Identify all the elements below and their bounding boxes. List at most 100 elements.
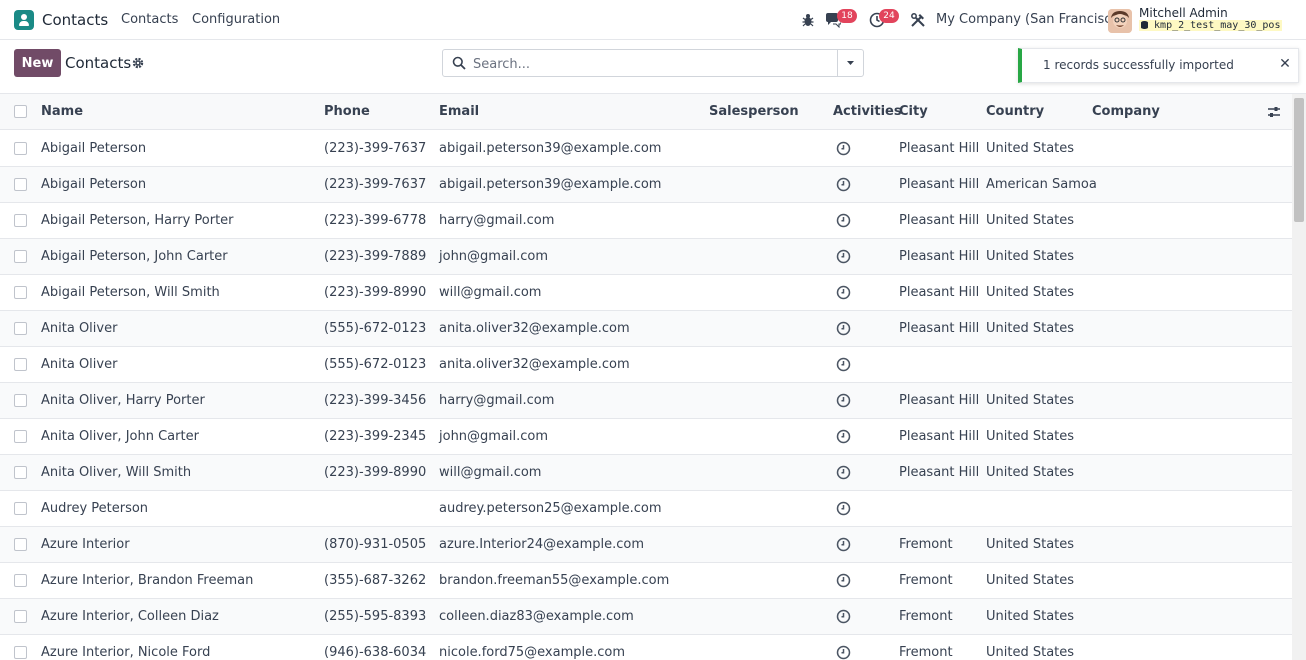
activity-clock-icon[interactable] — [836, 213, 851, 228]
toast-message: 1 records successfully imported — [1043, 58, 1234, 72]
contacts-app-icon[interactable] — [14, 10, 34, 30]
user-avatar[interactable] — [1108, 9, 1132, 33]
table-row[interactable]: Abigail Peterson (223)-399-7637 abigail.pe… — [0, 167, 1292, 203]
cell-phone: (946)-638-6034 — [324, 645, 427, 660]
table-row[interactable]: Anita Oliver, Will Smith (223)-399-8990 wi… — [0, 455, 1292, 491]
activity-clock-icon[interactable] — [836, 249, 851, 264]
cell-country: United States — [986, 249, 1075, 264]
cell-city: Pleasant Hill — [899, 177, 980, 192]
table-row[interactable]: Abigail Peterson, Harry Porter (223)-399-… — [0, 203, 1292, 239]
cell-phone: (223)-399-6778 — [324, 213, 427, 228]
row-checkbox[interactable] — [14, 250, 27, 263]
row-checkbox[interactable] — [14, 538, 27, 551]
row-checkbox[interactable] — [14, 574, 27, 587]
cell-country: United States — [986, 285, 1075, 300]
row-checkbox[interactable] — [14, 502, 27, 515]
vertical-scrollbar[interactable] — [1292, 94, 1306, 660]
scrollbar-thumb[interactable] — [1294, 98, 1304, 222]
user-name[interactable]: Mitchell Admin — [1139, 6, 1228, 20]
row-checkbox[interactable] — [14, 610, 27, 623]
column-settings-icon[interactable] — [1267, 105, 1281, 119]
cell-phone: (223)-399-8990 — [324, 285, 427, 300]
menu-configuration[interactable]: Configuration — [192, 12, 280, 27]
activity-clock-icon[interactable] — [836, 177, 851, 192]
new-button[interactable]: New — [14, 49, 61, 77]
table-row[interactable]: Azure Interior (870)-931-0505 azure.Interi… — [0, 527, 1292, 563]
app-name[interactable]: Contacts — [42, 11, 108, 29]
activity-clock-icon[interactable] — [836, 321, 851, 336]
table-row[interactable]: Audrey Peterson audrey.peterson25@example… — [0, 491, 1292, 527]
cell-email: harry@gmail.com — [439, 393, 555, 408]
table-row[interactable]: Abigail Peterson (223)-399-7637 abigail.pe… — [0, 131, 1292, 167]
cell-country: United States — [986, 573, 1075, 588]
cell-email: will@gmail.com — [439, 465, 542, 480]
table-row[interactable]: Azure Interior, Colleen Diaz (255)-595-83… — [0, 599, 1292, 635]
header-company[interactable]: Company — [1092, 104, 1160, 119]
activity-clock-icon[interactable] — [836, 609, 851, 624]
cell-phone: (255)-595-8393 — [324, 609, 427, 624]
cell-name: Abigail Peterson — [41, 141, 147, 156]
search-input[interactable] — [471, 54, 831, 74]
row-checkbox[interactable] — [14, 394, 27, 407]
activity-clock-icon[interactable] — [836, 465, 851, 480]
cell-email: abigail.peterson39@example.com — [439, 177, 662, 192]
cell-name: Anita Oliver — [41, 321, 118, 336]
activity-clock-icon[interactable] — [836, 141, 851, 156]
menu-contacts[interactable]: Contacts — [121, 12, 178, 27]
activity-clock-icon[interactable] — [836, 573, 851, 588]
gear-icon[interactable] — [132, 57, 144, 69]
row-checkbox[interactable] — [14, 466, 27, 479]
row-checkbox[interactable] — [14, 142, 27, 155]
row-checkbox[interactable] — [14, 358, 27, 371]
header-country[interactable]: Country — [986, 104, 1044, 119]
row-checkbox[interactable] — [14, 322, 27, 335]
header-salesperson[interactable]: Salesperson — [709, 104, 799, 119]
table-row[interactable]: Anita Oliver, John Carter (223)-399-2345 j… — [0, 419, 1292, 455]
row-checkbox[interactable] — [14, 214, 27, 227]
table-row[interactable]: Anita Oliver (555)-672-0123 anita.oliver32… — [0, 347, 1292, 383]
table-row[interactable]: Azure Interior, Nicole Ford (946)-638-603… — [0, 635, 1292, 660]
activity-clock-icon[interactable] — [836, 357, 851, 372]
cell-country: United States — [986, 537, 1075, 552]
activity-clock-icon[interactable] — [836, 429, 851, 444]
table-row[interactable]: Anita Oliver (555)-672-0123 anita.oliver32… — [0, 311, 1292, 347]
activity-clock-icon[interactable] — [836, 537, 851, 552]
cell-phone: (223)-399-2345 — [324, 429, 427, 444]
table-row[interactable]: Anita Oliver, Harry Porter (223)-399-3456… — [0, 383, 1292, 419]
row-checkbox[interactable] — [14, 430, 27, 443]
cell-name: Anita Oliver — [41, 357, 118, 372]
cell-country: United States — [986, 429, 1075, 444]
activity-clock-icon[interactable] — [836, 393, 851, 408]
activity-clock-icon[interactable] — [836, 285, 851, 300]
company-switcher[interactable]: My Company (San Francisco) — [936, 12, 1124, 27]
activity-badge: 24 — [879, 9, 899, 23]
close-icon[interactable]: ✕ — [1278, 57, 1292, 71]
header-activities[interactable]: Activities — [833, 104, 902, 119]
bug-icon[interactable] — [800, 12, 816, 28]
activity-clock-icon[interactable] — [836, 645, 851, 660]
header-phone[interactable]: Phone — [324, 104, 370, 119]
activity-clock-icon[interactable] — [836, 501, 851, 516]
table-row[interactable]: Abigail Peterson, Will Smith (223)-399-89… — [0, 275, 1292, 311]
header-name[interactable]: Name — [41, 104, 83, 119]
row-checkbox[interactable] — [14, 286, 27, 299]
cell-name: Anita Oliver, Will Smith — [41, 465, 192, 480]
cell-phone: (223)-399-8990 — [324, 465, 427, 480]
select-all-checkbox[interactable] — [14, 105, 27, 118]
table-row[interactable]: Azure Interior, Brandon Freeman (355)-687… — [0, 563, 1292, 599]
row-checkbox[interactable] — [14, 178, 27, 191]
table-row[interactable]: Abigail Peterson, John Carter (223)-399-7… — [0, 239, 1292, 275]
cell-phone: (223)-399-7637 — [324, 141, 427, 156]
tools-icon[interactable] — [910, 12, 926, 28]
search-options-toggle[interactable] — [837, 49, 864, 77]
cell-phone: (223)-399-7889 — [324, 249, 427, 264]
header-city[interactable]: City — [899, 104, 928, 119]
cell-email: john@gmail.com — [439, 429, 549, 444]
header-email[interactable]: Email — [439, 104, 479, 119]
cell-name: Abigail Peterson, Harry Porter — [41, 213, 234, 228]
cell-city: Fremont — [899, 537, 953, 552]
row-checkbox[interactable] — [14, 646, 27, 659]
database-icon — [1141, 21, 1148, 29]
cell-country: American Samoa — [986, 177, 1097, 192]
database-name: kmp_2_test_may_30_pos — [1139, 20, 1283, 31]
